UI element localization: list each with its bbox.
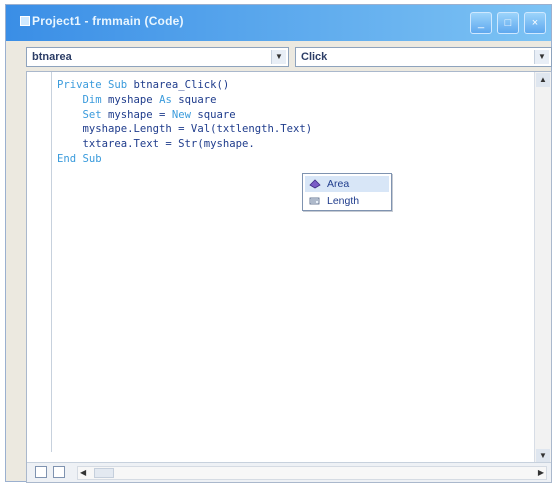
autocomplete-item-area[interactable]: Area [305, 176, 389, 192]
editor-bottom-bar: ◀ ▶ [27, 462, 551, 482]
code-window: Project1 - frmmain (Code) _ □ × btnarea … [5, 4, 552, 483]
minimize-button[interactable]: _ [470, 12, 492, 34]
code-token: txtarea.Text = Str(myshape. [57, 138, 255, 151]
full-module-view-button[interactable] [53, 466, 65, 478]
code-line[interactable]: myshape.Length = Val(txtlength.Text) [57, 122, 313, 137]
method-icon [309, 179, 321, 189]
code-keyword: New [171, 108, 198, 121]
horizontal-scrollbar[interactable]: ◀ ▶ [77, 466, 547, 480]
autocomplete-popup[interactable]: Area Length [302, 173, 392, 211]
procedure-dropdown-value: Click [301, 51, 328, 63]
property-icon [309, 197, 320, 205]
maximize-button[interactable]: □ [497, 12, 519, 34]
procedure-dropdown[interactable]: Click ▼ [295, 47, 552, 67]
code-keyword: Set [82, 108, 109, 121]
code-token: square [178, 93, 217, 106]
chevron-down-icon[interactable]: ▼ [534, 50, 549, 64]
code-text[interactable]: Private Sub btnarea_Click() Dim myshape … [57, 78, 312, 167]
autocomplete-label: Length [327, 195, 360, 207]
code-token: myshape = [108, 108, 172, 121]
code-keyword: Private Sub [57, 79, 134, 91]
code-keyword: As [159, 93, 179, 106]
window-title: Project1 - frmmain (Code) [32, 14, 184, 28]
code-line[interactable]: Dim myshape As square [57, 93, 312, 108]
scroll-down-icon[interactable]: ▼ [536, 449, 550, 463]
close-button[interactable]: × [524, 12, 546, 34]
code-token: myshape.Length = Val(txtlength.Text) [57, 123, 313, 136]
scroll-up-icon[interactable]: ▲ [536, 73, 550, 87]
chevron-down-icon[interactable]: ▼ [271, 50, 286, 64]
scroll-right-icon[interactable]: ▶ [538, 467, 544, 479]
code-keyword: Dim [82, 93, 109, 106]
code-token: square [197, 108, 236, 121]
autocomplete-item-length[interactable]: Length [305, 193, 389, 209]
autocomplete-label: Area [327, 178, 350, 190]
margin-indicator-bar [27, 72, 52, 452]
code-line[interactable]: txtarea.Text = Str(myshape. [57, 137, 312, 152]
scroll-thumb[interactable] [94, 468, 114, 478]
app-icon [20, 16, 30, 26]
code-token: myshape [108, 93, 160, 106]
scroll-left-icon[interactable]: ◀ [80, 467, 86, 479]
procedure-view-button[interactable] [35, 466, 47, 478]
code-token: btnarea_Click() [133, 79, 230, 91]
code-line[interactable]: Set myshape = New square [57, 108, 312, 123]
object-dropdown[interactable]: btnarea ▼ [26, 47, 289, 67]
code-line[interactable]: Private Sub btnarea_Click() [57, 78, 312, 93]
code-keyword: End Sub [57, 152, 102, 165]
title-bar[interactable]: Project1 - frmmain (Code) _ □ × [6, 5, 551, 41]
code-editor[interactable]: Private Sub btnarea_Click() Dim myshape … [26, 71, 552, 483]
object-dropdown-value: btnarea [32, 51, 72, 63]
code-line[interactable]: End Sub [57, 152, 312, 167]
vertical-scrollbar[interactable]: ▲ ▼ [534, 72, 551, 464]
